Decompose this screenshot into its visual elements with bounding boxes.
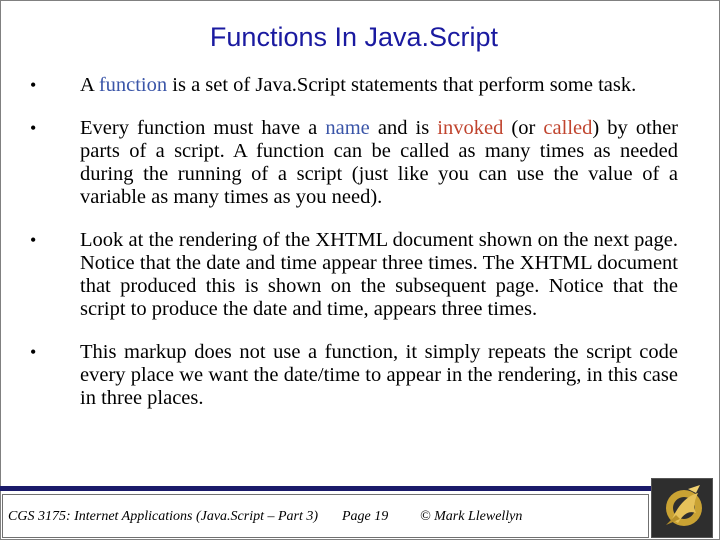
bullet-item: • This markup does not use a function, i… [30, 341, 678, 410]
bullet-text: A function is a set of Java.Script state… [80, 74, 637, 96]
bullet-marker: • [30, 75, 37, 95]
slide-title: Functions In Java.Script [209, 22, 499, 52]
bullet-list: • A function is a set of Java.Script sta… [30, 74, 678, 410]
ucf-pegasus-logo-icon [651, 478, 713, 538]
keyword-name: name [325, 117, 370, 139]
bullet-text: Every function must have a name and is i… [80, 117, 678, 208]
bullet-item: • Look at the rendering of the XHTML doc… [30, 229, 678, 321]
keyword-invoked: invoked [437, 117, 504, 139]
keyword-called: called [543, 117, 593, 139]
bullet-marker: • [30, 342, 37, 362]
bullet-item: • Every function must have a name and is… [30, 117, 678, 209]
footer-rule [0, 486, 652, 491]
bullet-item: • A function is a set of Java.Script sta… [30, 74, 678, 97]
logo-graphic [666, 485, 702, 526]
bullet-text: This markup does not use a function, it … [80, 341, 678, 409]
bullet-marker: • [30, 118, 37, 138]
bullet-marker: • [30, 230, 37, 250]
keyword-function: function [98, 74, 168, 96]
footer-course: CGS 3175: Internet Applications (Java.Sc… [8, 509, 319, 524]
bullet-text: Look at the rendering of the XHTML docum… [80, 229, 678, 320]
footer-author: © Mark Llewellyn [420, 509, 523, 524]
footer-page-number: Page 19 [342, 509, 389, 524]
